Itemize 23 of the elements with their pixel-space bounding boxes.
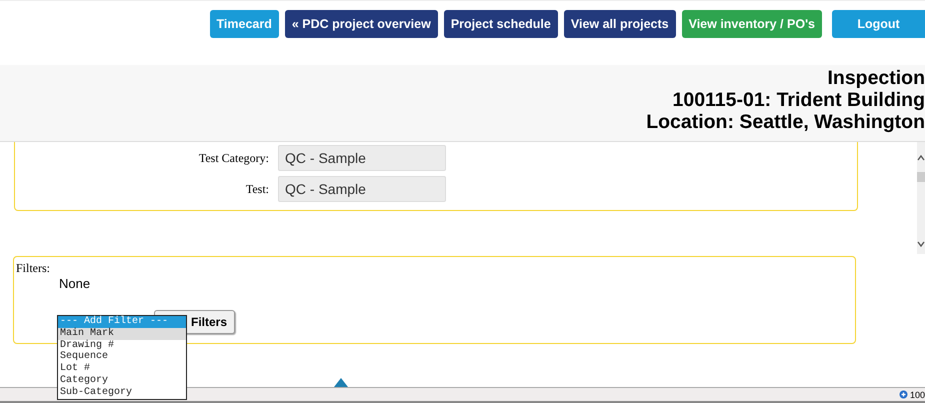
nav-button[interactable]: « PDC project overview [284,10,438,38]
select-field[interactable]: QC - Sample [278,145,446,171]
scrollbar[interactable] [917,142,925,254]
dropdown-option[interactable]: Drawing # [58,340,186,352]
field-label: Test Category: [198,150,270,166]
dropdown-option[interactable]: Category [58,374,186,387]
dropdown-option[interactable]: Sequence [58,351,186,364]
nav-button[interactable]: View all projects [564,10,676,38]
field-label: Test: [244,182,270,196]
filter-dropdown-list[interactable]: --- Add Filter --- Main Mark Drawing # Sequence Lot # Category Sub-Category [57,315,187,400]
filters-label: Filters: [16,261,52,276]
scroll-thumb[interactable] [917,172,925,182]
dropdown-option[interactable]: Lot # [58,363,186,375]
page-title: Inspection [827,67,925,89]
header-line: 100115-01: Trident Building [672,89,925,111]
header-line: Location: Seattle, Washington [646,111,925,133]
zoom-icon[interactable] [898,390,908,399]
dropdown-option[interactable]: Main Mark [58,328,186,340]
nav-button[interactable]: Project schedule [444,10,558,38]
select-field[interactable]: QC - Sample [278,176,446,202]
dropdown-option[interactable]: Sub-Category [58,386,186,399]
zoom-level[interactable]: 100 [910,390,925,400]
filters-value: None [59,276,92,291]
